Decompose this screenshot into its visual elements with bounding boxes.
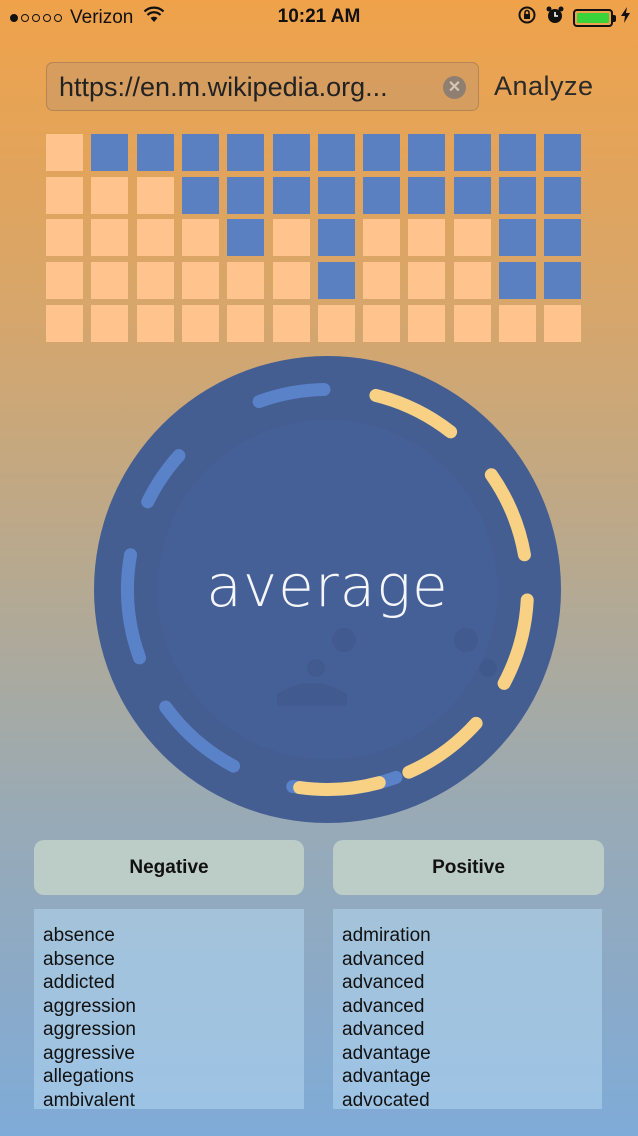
- grid-cell-blue: [227, 134, 265, 171]
- positive-word-item[interactable]: advantage: [333, 1042, 602, 1066]
- grid-cell-peach: [46, 219, 83, 257]
- grid-cell-peach: [453, 219, 491, 257]
- grid-cell-peach: [317, 304, 355, 342]
- grid-cell-blue: [544, 176, 582, 214]
- positive-word-list[interactable]: admiration advanced advanced advanced advanc…: [333, 909, 602, 1109]
- positive-word-item[interactable]: advanced: [333, 1018, 602, 1042]
- grid-cell-blue: [544, 134, 582, 171]
- grid-cell-peach: [363, 219, 401, 257]
- grid-cell-blue: [499, 176, 536, 214]
- status-bar: Verizon 10:21 AM: [0, 0, 638, 34]
- sentiment-grid: [46, 134, 591, 342]
- grid-cell-blue: [363, 176, 401, 214]
- negative-header-button[interactable]: Negative: [34, 840, 304, 895]
- rotation-lock-icon: [517, 5, 537, 31]
- grid-cell-blue: [317, 219, 355, 257]
- grid-cell-blue: [453, 134, 491, 171]
- grid-cell-blue: [136, 134, 174, 171]
- grid-cell-blue: [499, 219, 536, 257]
- grid-cell-peach: [46, 176, 83, 214]
- grid-cell-peach: [453, 262, 491, 300]
- positive-word-item[interactable]: advanced: [333, 948, 602, 972]
- positive-word-item[interactable]: admiration: [333, 924, 602, 948]
- positive-list-inner: admiration advanced advanced advanced advanc…: [333, 909, 602, 1109]
- clear-icon[interactable]: ✕: [443, 76, 466, 99]
- negative-word-item[interactable]: addicted: [34, 971, 304, 995]
- negative-word-item[interactable]: aggressive: [34, 1042, 304, 1066]
- grid-cell-peach: [227, 262, 265, 300]
- grid-cell-peach: [363, 304, 401, 342]
- grid-cell-blue: [227, 219, 265, 257]
- grid-cell-blue: [317, 134, 355, 171]
- grid-cell-blue: [317, 262, 355, 300]
- charging-bolt-icon: [621, 7, 630, 29]
- battery-level: [577, 13, 609, 23]
- grid-cell-blue: [272, 134, 310, 171]
- analyze-button[interactable]: Analyze: [494, 71, 594, 102]
- grid-cell-blue: [499, 134, 536, 171]
- grid-cell-blue: [408, 176, 446, 214]
- url-text: https://en.m.wikipedia.org...: [59, 72, 388, 102]
- grid-cell-blue: [181, 134, 219, 171]
- grid-cell-blue: [453, 176, 491, 214]
- negative-word-item[interactable]: allegations: [34, 1065, 304, 1089]
- grid-cell-peach: [408, 304, 446, 342]
- negative-word-item[interactable]: ambivalent: [34, 1089, 304, 1110]
- positive-header-button[interactable]: Positive: [333, 840, 604, 895]
- negative-word-item[interactable]: absence: [34, 924, 304, 948]
- grid-cell-blue: [91, 134, 129, 171]
- negative-word-item[interactable]: absence: [34, 948, 304, 972]
- grid-cell-blue: [272, 176, 310, 214]
- sentiment-label: average: [206, 552, 449, 620]
- positive-word-item[interactable]: advanced: [333, 995, 602, 1019]
- grid-cell-blue: [499, 262, 536, 300]
- grid-cell-blue: [181, 176, 219, 214]
- dial-dash-yellow: [293, 776, 386, 796]
- positive-word-item[interactable]: advocated: [333, 1089, 602, 1110]
- grid-cell-peach: [136, 262, 174, 300]
- positive-word-item[interactable]: advanced: [333, 971, 602, 995]
- grid-cell-peach: [91, 219, 129, 257]
- grid-cell-peach: [408, 219, 446, 257]
- grid-cell-peach: [408, 262, 446, 300]
- positive-word-item[interactable]: advantage: [333, 1065, 602, 1089]
- grid-cell-peach: [272, 219, 310, 257]
- grid-cell-peach: [453, 304, 491, 342]
- grid-cell-peach: [363, 262, 401, 300]
- grid-cell-blue: [544, 219, 582, 257]
- grid-cell-peach: [46, 262, 83, 300]
- grid-cell-blue: [408, 134, 446, 171]
- alarm-icon: [545, 5, 565, 31]
- negative-word-item[interactable]: aggression: [34, 1018, 304, 1042]
- grid-cell-peach: [181, 219, 219, 257]
- grid-cell-peach: [91, 176, 129, 214]
- grid-cell-peach: [136, 219, 174, 257]
- url-input[interactable]: https://en.m.wikipedia.org... ✕: [46, 62, 479, 111]
- grid-cell-peach: [181, 262, 219, 300]
- grid-cell-peach: [499, 304, 536, 342]
- grid-cell-blue: [363, 134, 401, 171]
- grid-cell-peach: [272, 262, 310, 300]
- grid-cell-peach: [46, 134, 83, 171]
- grid-cell-blue: [227, 176, 265, 214]
- grid-cell-blue: [544, 262, 582, 300]
- negative-list-inner: absence absence addicted aggression aggressi…: [34, 909, 304, 1109]
- grid-cell-peach: [91, 262, 129, 300]
- grid-cell-peach: [544, 304, 582, 342]
- grid-cell-peach: [136, 304, 174, 342]
- negative-word-item[interactable]: aggression: [34, 995, 304, 1019]
- grid-cell-peach: [46, 304, 83, 342]
- grid-cell-peach: [91, 304, 129, 342]
- status-right: [517, 5, 630, 31]
- grid-cell-peach: [181, 304, 219, 342]
- battery-icon: [573, 9, 616, 27]
- negative-word-list[interactable]: absence absence addicted aggression aggressi…: [34, 909, 304, 1109]
- grid-cell-blue: [317, 176, 355, 214]
- grid-cell-peach: [272, 304, 310, 342]
- grid-cell-peach: [227, 304, 265, 342]
- grid-cell-peach: [136, 176, 174, 214]
